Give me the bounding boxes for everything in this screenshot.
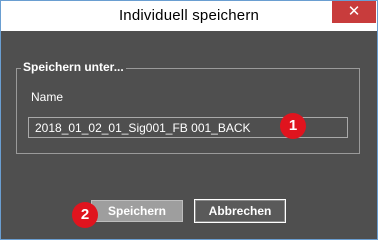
close-icon: ✕ [347,2,361,20]
save-dialog-window: Individuell speichern ✕ Speichern unter.… [0,0,378,240]
annotation-marker-1: 1 [280,113,306,139]
window-title: Individuell speichern [118,7,260,24]
title-bar[interactable]: Individuell speichern ✕ [1,1,377,31]
name-label: Name [31,90,64,104]
annotation-marker-2: 2 [72,202,98,228]
save-as-group-title: Speichern unter... [21,60,126,74]
save-button[interactable]: Speichern [91,200,183,222]
save-as-group [16,68,360,154]
close-button[interactable]: ✕ [332,1,376,23]
cancel-button[interactable]: Abbrechen [194,199,286,223]
